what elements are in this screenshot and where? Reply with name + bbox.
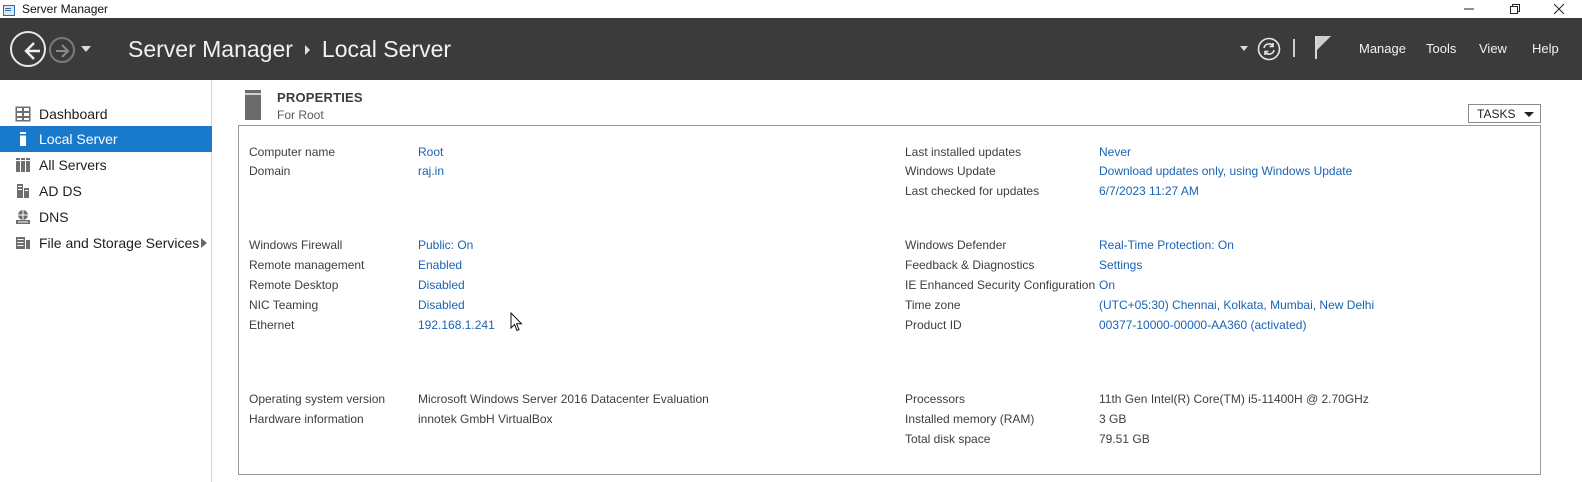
expand-arrow-icon[interactable] [201, 238, 207, 248]
close-button[interactable] [1536, 0, 1582, 18]
section-title: PROPERTIES [277, 90, 363, 105]
refresh-icon[interactable] [1257, 37, 1281, 61]
prop-label: Total disk space [905, 432, 991, 446]
sidebar-item-dashboard[interactable]: Dashboard [0, 101, 212, 127]
prop-label: Remote management [249, 258, 365, 272]
breadcrumb-page: Local Server [321, 36, 452, 62]
prop-label: Domain [249, 164, 291, 178]
chevron-down-icon [1524, 112, 1534, 117]
main-content: PROPERTIES For Root TASKS Computer name … [213, 80, 1582, 482]
windows-defender-link[interactable]: Real-Time Protection: On [1099, 238, 1234, 252]
prop-label: Feedback & Diagnostics [905, 258, 1035, 272]
disk-space-value: 79.51 GB [1099, 432, 1150, 446]
menu-help[interactable]: Help [1532, 41, 1559, 56]
last-checked-link[interactable]: 6/7/2023 11:27 AM [1099, 184, 1199, 198]
remote-desktop-link[interactable]: Disabled [418, 278, 465, 292]
sidebar: Dashboard Local Server All Servers AD DS [0, 80, 212, 482]
tasks-label: TASKS [1477, 106, 1516, 121]
breadcrumb: Server Manager Local Server [128, 36, 451, 63]
sidebar-item-label: Dashboard [39, 106, 108, 122]
domain-link[interactable]: raj.in [418, 164, 444, 178]
breadcrumb-app[interactable]: Server Manager [128, 36, 293, 63]
processors-value: 11th Gen Intel(R) Core(TM) i5-11400H @ 2… [1099, 392, 1369, 406]
prop-label: Hardware information [249, 412, 364, 426]
dashboard-icon [15, 106, 31, 122]
app-header: Server Manager Local Server Manage Tools… [0, 18, 1582, 80]
prop-label: Computer name [249, 145, 336, 159]
minimize-icon [1464, 8, 1474, 10]
remote-management-link[interactable]: Enabled [418, 258, 462, 272]
windows-update-link[interactable]: Download updates only, using Windows Upd… [1099, 164, 1352, 178]
sidebar-item-label: Local Server [39, 131, 118, 147]
sidebar-item-label: File and Storage Services [39, 235, 200, 251]
prop-label: Product ID [905, 318, 962, 332]
ad-ds-icon [17, 184, 29, 198]
ie-esc-link[interactable]: On [1099, 278, 1115, 292]
prop-label: Last checked for updates [905, 184, 1040, 198]
mouse-cursor-icon [510, 312, 523, 332]
sidebar-item-label: All Servers [39, 157, 107, 173]
forward-button[interactable] [49, 37, 75, 63]
minimize-button[interactable] [1446, 0, 1492, 18]
window-title-bar: Server Manager [0, 0, 1582, 18]
back-arrow-icon [24, 42, 40, 60]
local-server-icon [20, 132, 26, 146]
section-subtitle: For Root [277, 108, 324, 122]
all-servers-icon [16, 158, 30, 172]
dns-icon [16, 210, 30, 224]
last-installed-updates-link[interactable]: Never [1099, 145, 1131, 159]
forward-arrow-icon [56, 44, 70, 58]
memory-value: 3 GB [1099, 412, 1127, 426]
tasks-dropdown[interactable]: TASKS [1468, 104, 1541, 123]
close-icon [1553, 3, 1565, 15]
breadcrumb-separator-icon [304, 44, 310, 55]
server-manager-app-icon [2, 3, 16, 16]
prop-label: Windows Firewall [249, 238, 343, 252]
sidebar-item-dns[interactable]: DNS [0, 204, 212, 230]
feedback-diagnostics-link[interactable]: Settings [1099, 258, 1142, 272]
prop-label: Windows Update [905, 164, 996, 178]
sidebar-item-all-servers[interactable]: All Servers [0, 152, 212, 178]
properties-panel: Computer name Root Domain raj.in Windows… [238, 125, 1541, 475]
os-version-value: Microsoft Windows Server 2016 Datacenter… [418, 392, 709, 406]
restore-icon [1510, 4, 1520, 14]
notifications-dropdown-icon[interactable] [1240, 46, 1248, 51]
sidebar-item-label: AD DS [39, 183, 82, 199]
time-zone-link[interactable]: (UTC+05:30) Chennai, Kolkata, Mumbai, Ne… [1099, 298, 1374, 312]
prop-label: Remote Desktop [249, 278, 339, 292]
sidebar-item-local-server[interactable]: Local Server [0, 126, 212, 152]
prop-label: NIC Teaming [249, 298, 319, 312]
prop-label: Time zone [905, 298, 961, 312]
restore-button[interactable] [1492, 0, 1538, 18]
flag-icon[interactable] [1313, 34, 1333, 60]
prop-label: Windows Defender [905, 238, 1007, 252]
window-title: Server Manager [22, 2, 109, 16]
header-divider [1293, 39, 1295, 57]
sidebar-item-ad-ds[interactable]: AD DS [0, 178, 212, 204]
prop-label: Processors [905, 392, 966, 406]
menu-manage[interactable]: Manage [1359, 41, 1406, 56]
hardware-info-value: innotek GmbH VirtualBox [418, 412, 553, 426]
sidebar-item-label: DNS [39, 209, 69, 225]
file-storage-icon [16, 237, 30, 249]
prop-label: Last installed updates [905, 145, 1022, 159]
menu-tools[interactable]: Tools [1426, 41, 1456, 56]
ethernet-link[interactable]: 192.168.1.241 [418, 318, 495, 332]
prop-label: Ethernet [249, 318, 295, 332]
server-tower-icon [245, 90, 261, 120]
computer-name-link[interactable]: Root [418, 145, 443, 159]
menu-view[interactable]: View [1479, 41, 1507, 56]
prop-label: Installed memory (RAM) [905, 412, 1035, 426]
firewall-link[interactable]: Public: On [418, 238, 473, 252]
nic-teaming-link[interactable]: Disabled [418, 298, 465, 312]
prop-label: Operating system version [249, 392, 386, 406]
back-button[interactable] [10, 31, 46, 67]
prop-label: IE Enhanced Security Configuration [905, 278, 1096, 292]
sidebar-item-file-storage[interactable]: File and Storage Services [0, 230, 212, 256]
history-dropdown-icon[interactable] [81, 46, 91, 52]
product-id-link[interactable]: 00377-10000-00000-AA360 (activated) [1099, 318, 1306, 332]
